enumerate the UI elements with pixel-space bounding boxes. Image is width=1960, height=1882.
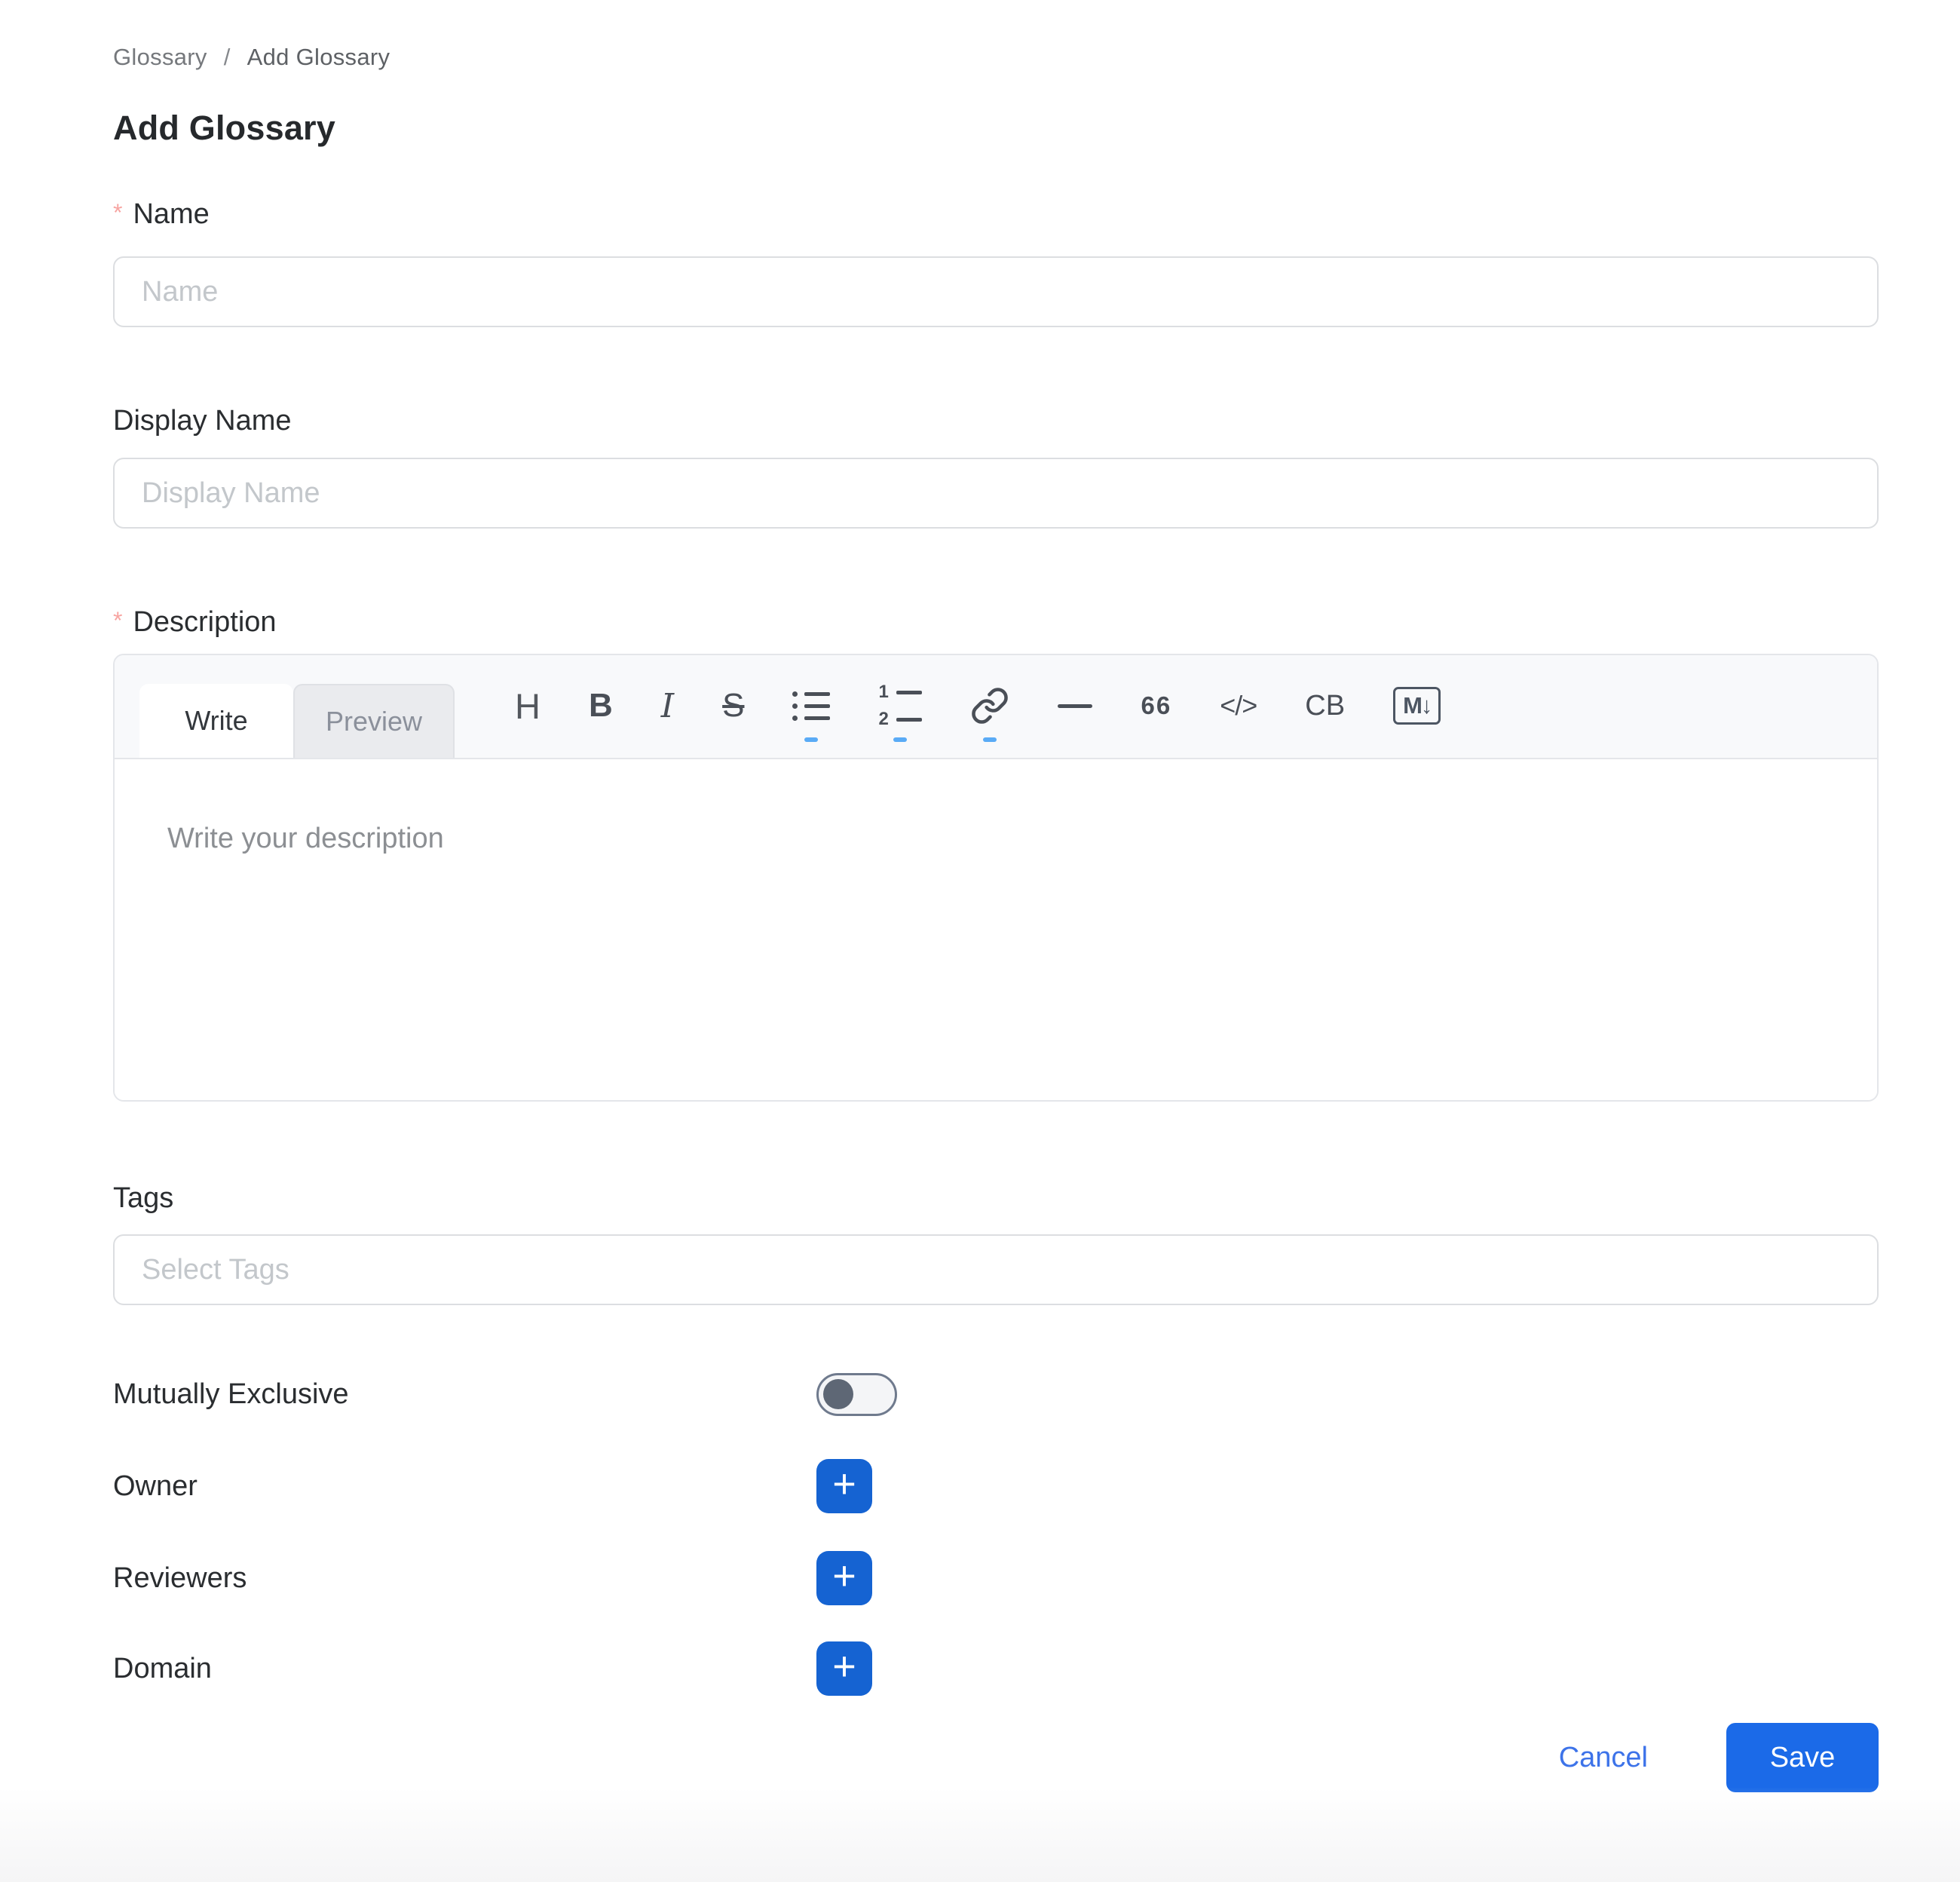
add-glossary-form: Glossary / Add Glossary Add Glossary * N… [113, 0, 1879, 1792]
tags-label-text: Tags [113, 1180, 173, 1216]
quote-icon: 66 [1141, 691, 1171, 720]
description-label: * Description [113, 604, 1879, 640]
heading-button[interactable]: H [491, 668, 565, 743]
add-reviewers-button[interactable]: + [816, 1551, 872, 1605]
markdown-button[interactable]: M↓ [1369, 668, 1465, 743]
tab-write[interactable]: Write [139, 684, 293, 758]
editor-toolbar: Write Preview H B I S [115, 655, 1877, 759]
display-name-label-text: Display Name [113, 403, 292, 439]
domain-row: Domain + [113, 1641, 1879, 1696]
name-label: * Name [113, 196, 1879, 232]
bold-icon: B [589, 687, 613, 725]
required-asterisk: * [113, 198, 122, 228]
tags-select-input[interactable] [113, 1234, 1879, 1305]
add-domain-button[interactable]: + [816, 1641, 872, 1696]
page-title: Add Glossary [113, 109, 1879, 148]
save-button[interactable]: Save [1726, 1723, 1879, 1792]
owner-row: Owner + [113, 1459, 1879, 1513]
tab-write-label: Write [185, 705, 247, 737]
breadcrumb-add-glossary: Add Glossary [247, 44, 390, 71]
ordered-list-icon: 1 2 [878, 683, 922, 728]
name-label-text: Name [133, 196, 209, 232]
code-button[interactable]: </> [1196, 668, 1281, 743]
tab-preview-label: Preview [326, 706, 422, 737]
description-placeholder: Write your description [167, 823, 444, 854]
tab-preview[interactable]: Preview [293, 684, 455, 758]
mutually-exclusive-row: Mutually Exclusive [113, 1372, 1879, 1417]
heading-icon: H [515, 685, 541, 727]
add-owner-button[interactable]: + [816, 1459, 872, 1513]
strikethrough-button[interactable]: S [698, 668, 768, 743]
italic-icon: I [661, 687, 674, 725]
cancel-button[interactable]: Cancel [1559, 1742, 1648, 1774]
required-asterisk: * [113, 605, 122, 636]
link-icon [970, 686, 1009, 725]
mutually-exclusive-label: Mutually Exclusive [113, 1378, 816, 1411]
domain-label: Domain [113, 1653, 816, 1685]
quote-button[interactable]: 66 [1116, 668, 1196, 743]
breadcrumb-separator: / [224, 44, 231, 71]
page-bottom-fade [0, 1787, 1960, 1882]
description-label-text: Description [133, 604, 276, 640]
description-textarea[interactable]: Write your description [115, 759, 1877, 1100]
reviewers-row: Reviewers + [113, 1551, 1879, 1605]
display-name-label: Display Name [113, 403, 1879, 439]
reviewers-label: Reviewers [113, 1562, 816, 1595]
horizontal-rule-icon [1058, 704, 1092, 708]
horizontal-rule-button[interactable] [1034, 668, 1116, 743]
display-name-input[interactable] [113, 458, 1879, 529]
italic-button[interactable]: I [637, 668, 698, 743]
breadcrumb: Glossary / Add Glossary [113, 0, 1879, 71]
markdown-icon: M↓ [1393, 687, 1441, 725]
toolbar-buttons: H B I S [491, 654, 1465, 758]
owner-label: Owner [113, 1470, 816, 1503]
code-block-button[interactable]: CB [1281, 668, 1369, 743]
name-input[interactable] [113, 256, 1879, 327]
tags-label: Tags [113, 1180, 1879, 1216]
unordered-list-icon [792, 691, 830, 721]
link-button[interactable] [946, 668, 1034, 743]
form-actions: Cancel Save [113, 1723, 1879, 1792]
strikethrough-icon: S [722, 687, 744, 725]
toggle-knob [823, 1379, 853, 1409]
description-editor: Write Preview H B I S [113, 654, 1879, 1102]
code-icon: </> [1220, 690, 1257, 722]
breadcrumb-glossary[interactable]: Glossary [113, 44, 207, 71]
option-rows: Mutually Exclusive Owner + Reviewers + D… [113, 1372, 1879, 1696]
unordered-list-button[interactable] [768, 668, 854, 743]
ordered-list-button[interactable]: 1 2 [854, 668, 946, 743]
bold-button[interactable]: B [565, 668, 637, 743]
mutually-exclusive-toggle[interactable] [816, 1373, 897, 1416]
code-block-icon: CB [1305, 690, 1345, 722]
